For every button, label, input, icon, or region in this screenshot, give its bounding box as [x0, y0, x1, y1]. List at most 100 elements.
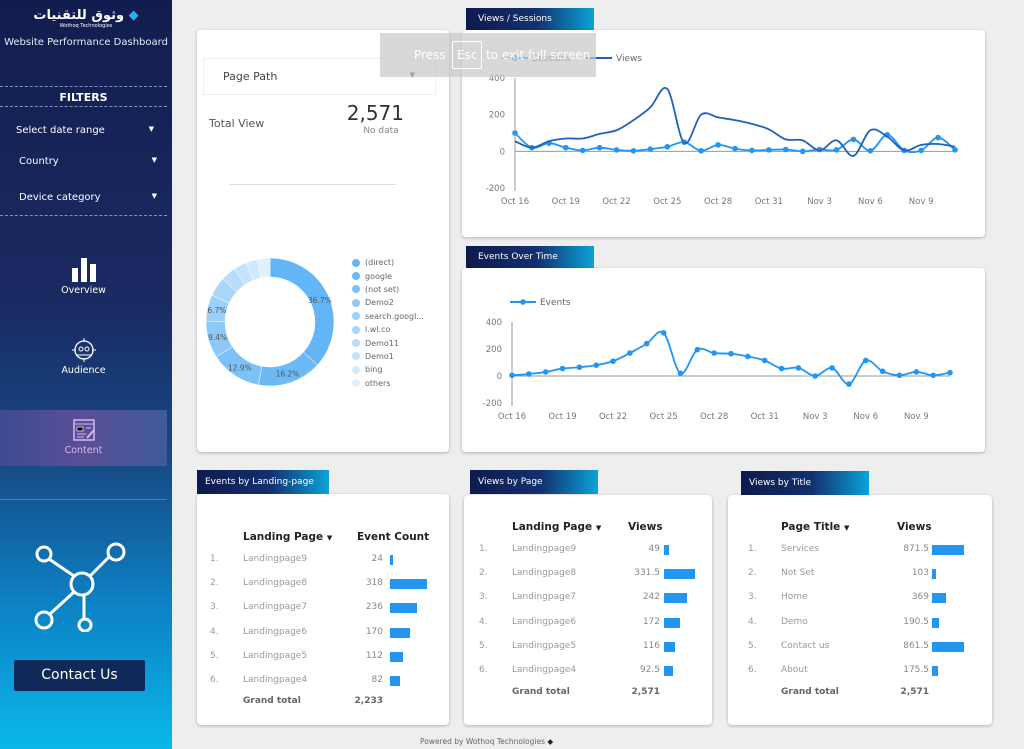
- column-header-sortable[interactable]: Page Title ▼: [781, 521, 849, 533]
- table-row[interactable]: 3. Landingpage7 242: [464, 592, 712, 606]
- divider: [229, 184, 396, 185]
- contact-us-button[interactable]: Contact Us: [14, 660, 145, 691]
- value-bar: [932, 545, 964, 555]
- table-row[interactable]: 6. Landingpage4 92.5: [464, 665, 712, 679]
- value-bar: [390, 627, 410, 638]
- date-range-filter[interactable]: Select date range ▼: [16, 125, 154, 136]
- total-view-label: Total View: [209, 117, 265, 130]
- row-label: Not Set: [781, 568, 815, 579]
- data-point-events: [610, 358, 616, 364]
- table-row[interactable]: 3. Landingpage7 236: [197, 602, 449, 616]
- table-row[interactable]: 2. Landingpage8 331.5: [464, 568, 712, 582]
- row-index: 4.: [210, 626, 219, 637]
- network-hub-icon: [34, 542, 126, 632]
- value-bar: [664, 569, 695, 580]
- row-label: Landingpage7: [243, 602, 308, 613]
- nav-label: Audience: [61, 365, 106, 376]
- nav-overview[interactable]: Overview: [0, 256, 167, 306]
- divider: [0, 215, 167, 216]
- legend-item[interactable]: google: [352, 269, 424, 282]
- table-row[interactable]: 5. Landingpage5 112: [197, 651, 449, 665]
- caret-down-icon: ▼: [151, 192, 157, 200]
- legend-label: bing: [365, 365, 383, 375]
- logo: وثوق للتقنيات ◆ Wothoq Technologies: [0, 8, 172, 29]
- column-header[interactable]: Views: [897, 521, 932, 533]
- data-point-events: [694, 346, 701, 353]
- x-tick-label: Oct 28: [700, 412, 728, 422]
- table-row[interactable]: 2. Landingpage8 318: [197, 578, 449, 592]
- table-row[interactable]: 1. Landingpage9 24: [197, 554, 449, 568]
- dropdown-label: Page Path: [223, 70, 278, 83]
- legend-label: others: [365, 378, 391, 388]
- legend-item[interactable]: Demo11: [352, 336, 424, 349]
- table-row[interactable]: 4. Landingpage6 172: [464, 617, 712, 631]
- nav-content[interactable]: Content: [0, 410, 167, 466]
- data-point-sessions: [562, 144, 569, 151]
- legend-item[interactable]: (direct): [352, 256, 424, 269]
- row-label: Landingpage7: [512, 592, 577, 603]
- legend-item[interactable]: Demo1: [352, 350, 424, 363]
- nav-audience[interactable]: Audience: [0, 338, 167, 383]
- x-tick-label: Nov 6: [858, 197, 883, 207]
- legend-swatch: [352, 339, 360, 348]
- sort-caret-icon: ▼: [595, 524, 602, 532]
- x-tick-label: Oct 28: [704, 197, 732, 207]
- content-edit-icon: [72, 419, 95, 441]
- legend-swatch: [352, 325, 360, 334]
- grand-total-value: 2,571: [900, 687, 929, 697]
- donut-legend: (direct) google (not set) Demo2 search.googl…: [352, 256, 424, 390]
- value-bar: [390, 676, 400, 686]
- data-point-sessions: [596, 144, 603, 151]
- donut-slice: [269, 257, 335, 366]
- table-row[interactable]: 5. Landingpage5 116: [464, 641, 712, 655]
- data-point-events: [711, 350, 717, 356]
- table-row[interactable]: 1. Landingpage9 49: [464, 544, 712, 558]
- device-category-filter[interactable]: Device category ▼: [19, 192, 157, 203]
- grand-total-value: 2,233: [354, 696, 383, 706]
- data-point-sessions: [952, 147, 958, 153]
- data-point-events: [677, 370, 684, 377]
- table-row[interactable]: 1. Services 871.5: [728, 544, 992, 558]
- table-title: Views by Title: [741, 471, 869, 495]
- data-point-sessions: [782, 146, 789, 153]
- table-row[interactable]: 4. Demo 190.5: [728, 617, 992, 631]
- table-row[interactable]: 5. Contact us 861.5: [728, 641, 992, 655]
- legend-item[interactable]: search.googl...: [352, 310, 424, 323]
- row-label: Contact us: [781, 640, 830, 651]
- data-point-events: [812, 373, 819, 379]
- data-point-events: [896, 372, 903, 379]
- value-bar: [390, 579, 427, 590]
- grand-total-label: Grand total: [512, 687, 570, 697]
- country-filter[interactable]: Country ▼: [19, 156, 157, 167]
- header-label: Page Title: [781, 521, 841, 533]
- legend-swatch: [352, 352, 360, 361]
- row-value: 369: [911, 592, 929, 603]
- table-row[interactable]: 3. Home 369: [728, 592, 992, 606]
- column-header[interactable]: Event Count: [357, 531, 429, 543]
- legend-item[interactable]: (not set): [352, 283, 424, 296]
- legend-item[interactable]: others: [352, 377, 424, 390]
- column-header-sortable[interactable]: Landing Page ▼: [243, 531, 332, 543]
- data-point-sessions: [698, 147, 704, 154]
- divider: [0, 106, 167, 107]
- value-bar: [390, 651, 404, 662]
- row-label: Home: [781, 592, 808, 603]
- legend-label: google: [365, 271, 393, 281]
- table-row[interactable]: 4. Landingpage6 170: [197, 627, 449, 641]
- row-label: Landingpage4: [512, 665, 577, 675]
- column-header[interactable]: Views: [628, 521, 663, 533]
- data-point-events: [778, 365, 785, 372]
- table-row[interactable]: 6. Landingpage4 82: [197, 675, 449, 689]
- legend-item[interactable]: Demo2: [352, 296, 424, 309]
- slice-label: 9.4%: [208, 333, 227, 342]
- column-header-sortable[interactable]: Landing Page ▼: [512, 521, 601, 533]
- data-point-sessions: [850, 136, 857, 143]
- row-value: 175.5: [903, 665, 929, 675]
- table-row[interactable]: 2. Not Set 103: [728, 568, 992, 582]
- legend-swatch: [352, 272, 360, 281]
- legend-item[interactable]: l.wl.co: [352, 323, 424, 336]
- legend-item[interactable]: bing: [352, 363, 424, 376]
- x-tick-label: Oct 16: [501, 197, 529, 207]
- table-row[interactable]: 6. About 175.5: [728, 665, 992, 679]
- y-tick-label: 200: [486, 345, 502, 355]
